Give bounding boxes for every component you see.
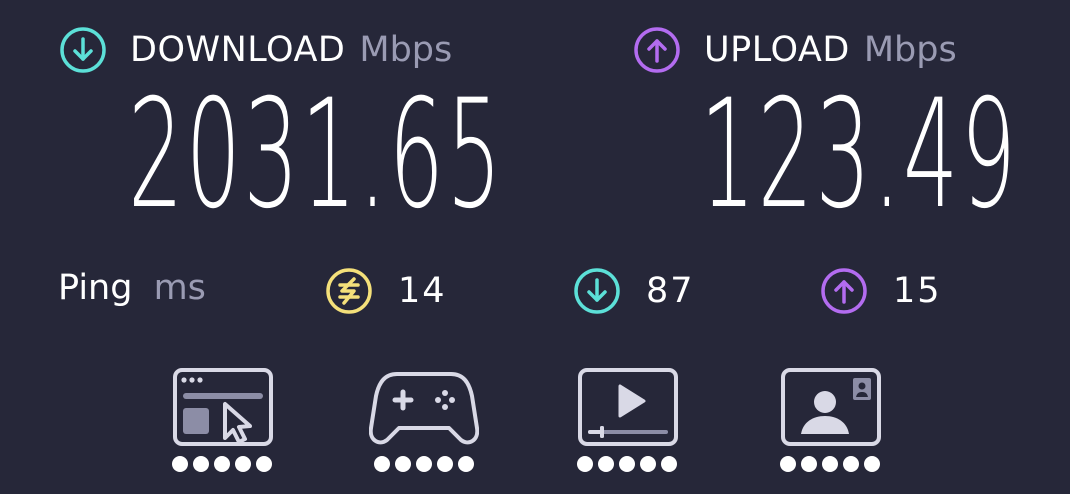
- ping-idle: 14: [324, 266, 447, 316]
- rating-dot: [193, 456, 209, 472]
- rating-dot: [801, 456, 817, 472]
- rating-dot: [619, 456, 635, 472]
- ping-idle-value: 14: [398, 271, 447, 311]
- rating-dot: [374, 456, 390, 472]
- upload-unit: Mbps: [863, 30, 957, 70]
- rating-dot: [235, 456, 251, 472]
- arrow-down-circle-icon: [574, 268, 620, 314]
- usage-gaming-rating: [364, 456, 484, 472]
- ping-label: Ping: [58, 268, 133, 308]
- ping-upload-value: 15: [893, 271, 942, 311]
- rating-dot: [843, 456, 859, 472]
- ping-idle-icon: [326, 268, 372, 314]
- usage-web-browsing: [162, 366, 282, 486]
- rating-dot: [416, 456, 432, 472]
- rating-dot: [577, 456, 593, 472]
- video-chat-icon: [781, 368, 881, 446]
- download-label: DOWNLOAD: [130, 30, 346, 70]
- ping-label-group: Ping ms: [58, 268, 206, 308]
- rating-dot: [640, 456, 656, 472]
- rating-dot: [864, 456, 880, 472]
- rating-dot: [598, 456, 614, 472]
- usage-gaming: [364, 366, 484, 486]
- web-browsing-icon: [173, 368, 273, 446]
- rating-dot: [172, 456, 188, 472]
- ping-download: 87: [572, 266, 695, 316]
- rating-dot: [661, 456, 677, 472]
- usage-video-streaming-rating: [567, 456, 687, 472]
- rating-dot: [256, 456, 272, 472]
- upload-label: UPLOAD: [704, 30, 850, 70]
- arrow-down-circle-icon: [60, 27, 106, 73]
- rating-dot: [822, 456, 838, 472]
- arrow-up-circle-icon: [634, 27, 680, 73]
- ping-download-value: 87: [646, 271, 695, 311]
- usage-web-browsing-rating: [162, 456, 282, 472]
- usage-video-streaming: [567, 366, 687, 486]
- gaming-icon: [369, 372, 479, 445]
- rating-dot: [214, 456, 230, 472]
- download-unit: Mbps: [359, 30, 453, 70]
- arrow-up-circle-icon: [821, 268, 867, 314]
- rating-dot: [458, 456, 474, 472]
- upload-speed-value: 123.49: [700, 68, 1019, 242]
- video-streaming-icon: [578, 368, 678, 446]
- download-speed-value: 2031.65: [128, 68, 505, 242]
- rating-dot: [395, 456, 411, 472]
- rating-dot: [780, 456, 796, 472]
- ping-upload: 15: [819, 266, 942, 316]
- usage-video-chat: [770, 366, 890, 486]
- usage-video-chat-rating: [770, 456, 890, 472]
- ping-unit: ms: [153, 268, 206, 308]
- rating-dot: [437, 456, 453, 472]
